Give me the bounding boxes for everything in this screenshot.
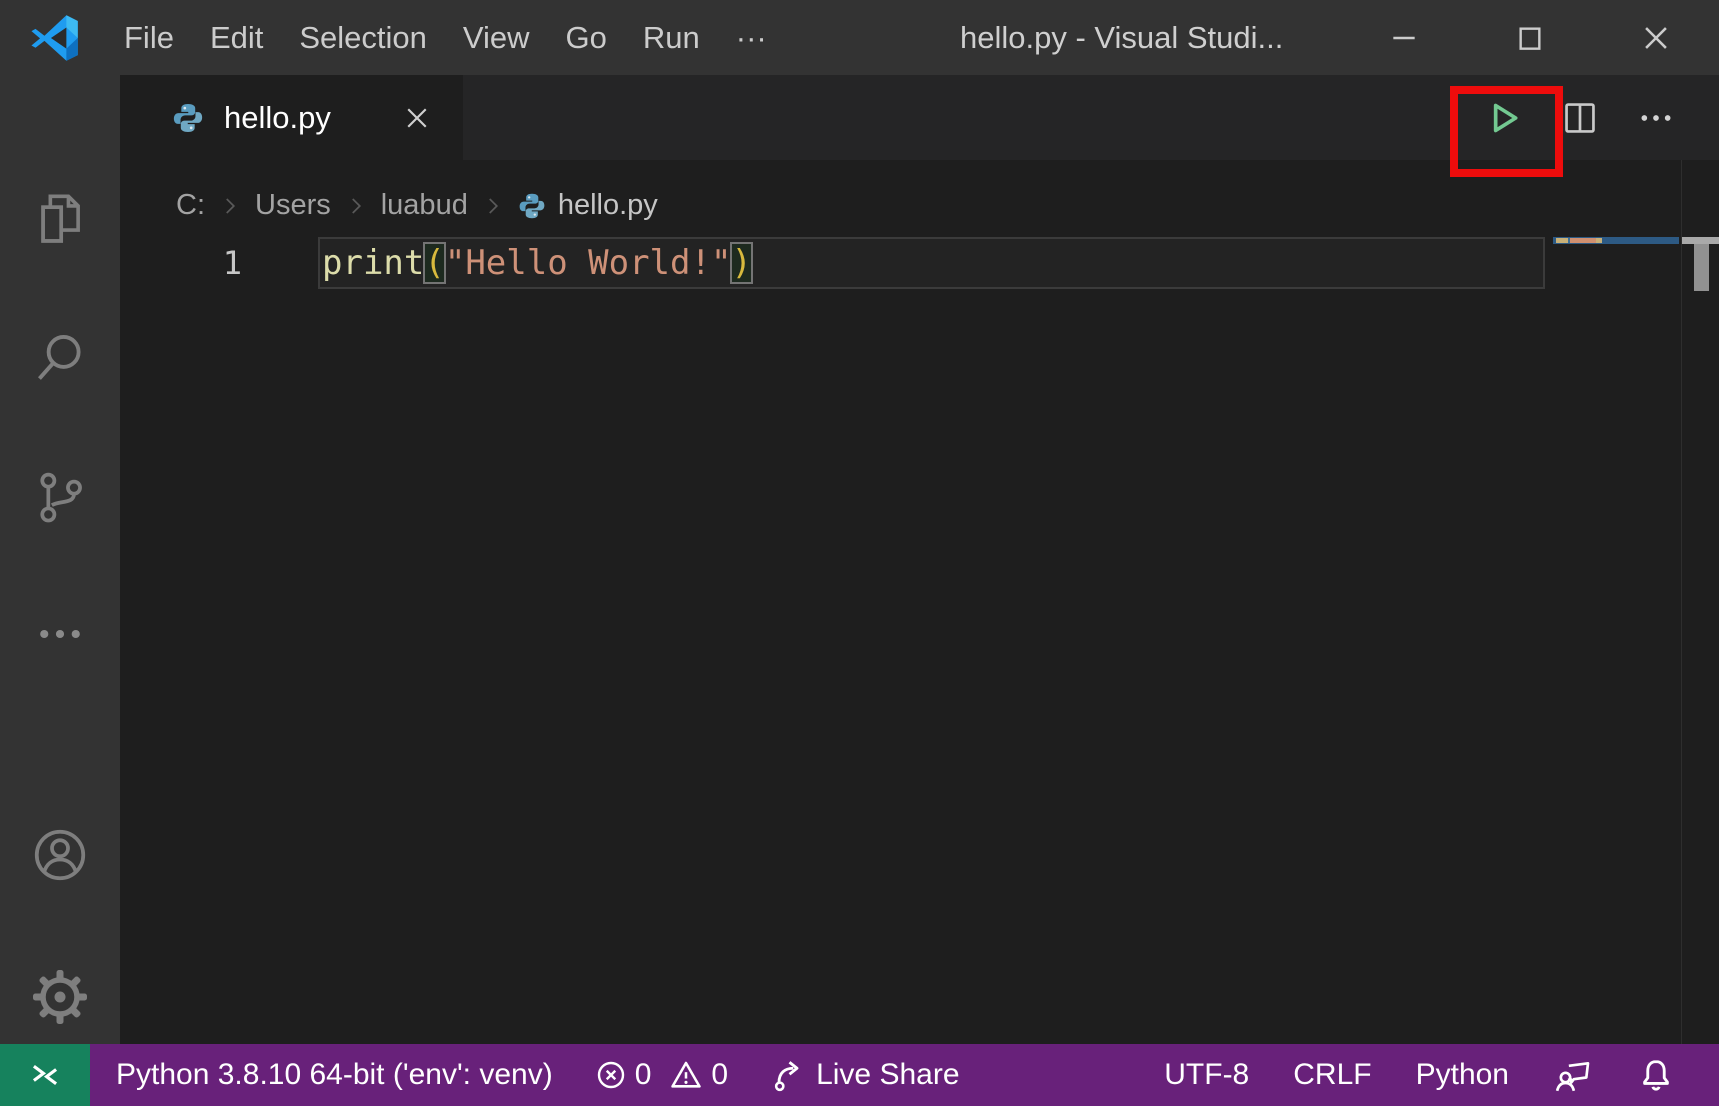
menu-edit[interactable]: Edit [192, 0, 281, 75]
minimize-button[interactable] [1381, 13, 1427, 63]
error-icon [595, 1059, 627, 1091]
chevron-right-icon [217, 193, 243, 219]
status-bar: Python 3.8.10 64-bit ('env': venv) 0 0 [0, 1044, 1719, 1106]
main-area: hello.py [0, 75, 1719, 1044]
vscode-window: File Edit Selection View Go Run ··· hell… [0, 0, 1719, 1106]
feedback-button[interactable] [1553, 1055, 1593, 1095]
menu-selection[interactable]: Selection [281, 0, 445, 75]
editor-actions [1481, 75, 1719, 160]
menu-more[interactable]: ··· [718, 0, 785, 75]
run-play-icon [1484, 98, 1524, 138]
split-editor-icon [1561, 99, 1599, 137]
menu-go[interactable]: Go [548, 0, 625, 75]
maximize-button[interactable] [1507, 13, 1553, 63]
remote-icon [26, 1056, 64, 1094]
token-print: print [322, 243, 424, 283]
breadcrumb-filename[interactable]: hello.py [558, 189, 658, 222]
account-icon[interactable] [29, 825, 91, 885]
more-actions-button[interactable] [1633, 95, 1679, 141]
remote-indicator[interactable] [0, 1044, 90, 1106]
line-number[interactable]: 1 [120, 244, 322, 282]
live-share-icon [770, 1057, 806, 1093]
breadcrumb: C: Users luabud [120, 160, 1719, 237]
status-left-group: Python 3.8.10 64-bit ('env': venv) 0 0 [116, 1057, 960, 1093]
activity-bar [0, 75, 120, 1044]
ellipsis-icon [1636, 98, 1676, 138]
vscode-logo-icon [26, 12, 84, 64]
menu-file[interactable]: File [106, 0, 192, 75]
warning-count: 0 [711, 1058, 728, 1092]
menu-run[interactable]: Run [625, 0, 718, 75]
feedback-icon [1553, 1055, 1593, 1095]
tab-bar: hello.py [120, 75, 1719, 160]
python-interpreter-status[interactable]: Python 3.8.10 64-bit ('env': venv) [116, 1058, 553, 1092]
breadcrumb-users[interactable]: Users [255, 189, 331, 222]
title-bar: File Edit Selection View Go Run ··· hell… [0, 0, 1719, 75]
chevron-right-icon [480, 193, 506, 219]
minimap-line-1 [1553, 237, 1679, 244]
vertical-scrollbar[interactable] [1681, 160, 1719, 1044]
warning-icon [669, 1058, 703, 1092]
editor-pane[interactable]: C: Users luabud [120, 160, 1719, 1044]
token-string: "Hello World!" [445, 243, 732, 283]
overview-ruler-cursor-marker [1682, 237, 1719, 244]
live-share-status[interactable]: Live Share [770, 1057, 959, 1093]
tab-close-icon[interactable] [399, 100, 435, 136]
notifications-button[interactable] [1637, 1056, 1675, 1094]
problems-status[interactable]: 0 0 [595, 1058, 728, 1092]
status-right-group: UTF-8 CRLF Python [1164, 1055, 1719, 1095]
tab-hello-py[interactable]: hello.py [120, 75, 463, 160]
window-title: hello.py - Visual Studi... [960, 20, 1360, 56]
bell-icon [1637, 1056, 1675, 1094]
window-controls [1381, 13, 1719, 63]
run-python-file-button[interactable] [1481, 95, 1527, 141]
minimap[interactable] [1553, 160, 1681, 1044]
explorer-icon[interactable] [29, 189, 91, 247]
chevron-right-icon [343, 193, 369, 219]
scrollbar-thumb[interactable] [1694, 244, 1709, 291]
eol-status[interactable]: CRLF [1293, 1058, 1371, 1092]
search-icon[interactable] [29, 329, 91, 387]
menu-bar: File Edit Selection View Go Run ··· [106, 0, 785, 75]
breadcrumb-luabud[interactable]: luabud [381, 189, 468, 222]
editor-column: hello.py [120, 75, 1719, 1044]
source-control-icon[interactable] [29, 469, 91, 525]
more-views-icon[interactable] [29, 607, 91, 661]
code-text[interactable]: print("Hello World!") [322, 243, 752, 283]
close-window-button[interactable] [1633, 13, 1679, 63]
breadcrumb-drive[interactable]: C: [176, 189, 205, 222]
python-file-icon [518, 192, 546, 220]
token-open-paren: ( [424, 243, 444, 283]
error-count: 0 [635, 1058, 652, 1092]
encoding-status[interactable]: UTF-8 [1164, 1058, 1249, 1092]
token-close-paren: ) [731, 243, 751, 283]
python-file-icon [172, 102, 204, 134]
menu-view[interactable]: View [445, 0, 548, 75]
settings-gear-icon[interactable] [29, 967, 91, 1027]
code-line-1[interactable]: 1 print("Hello World!") [120, 237, 1719, 289]
live-share-label: Live Share [816, 1058, 959, 1092]
language-mode-status[interactable]: Python [1416, 1058, 1509, 1092]
split-editor-button[interactable] [1557, 95, 1603, 141]
tab-label: hello.py [224, 100, 379, 136]
